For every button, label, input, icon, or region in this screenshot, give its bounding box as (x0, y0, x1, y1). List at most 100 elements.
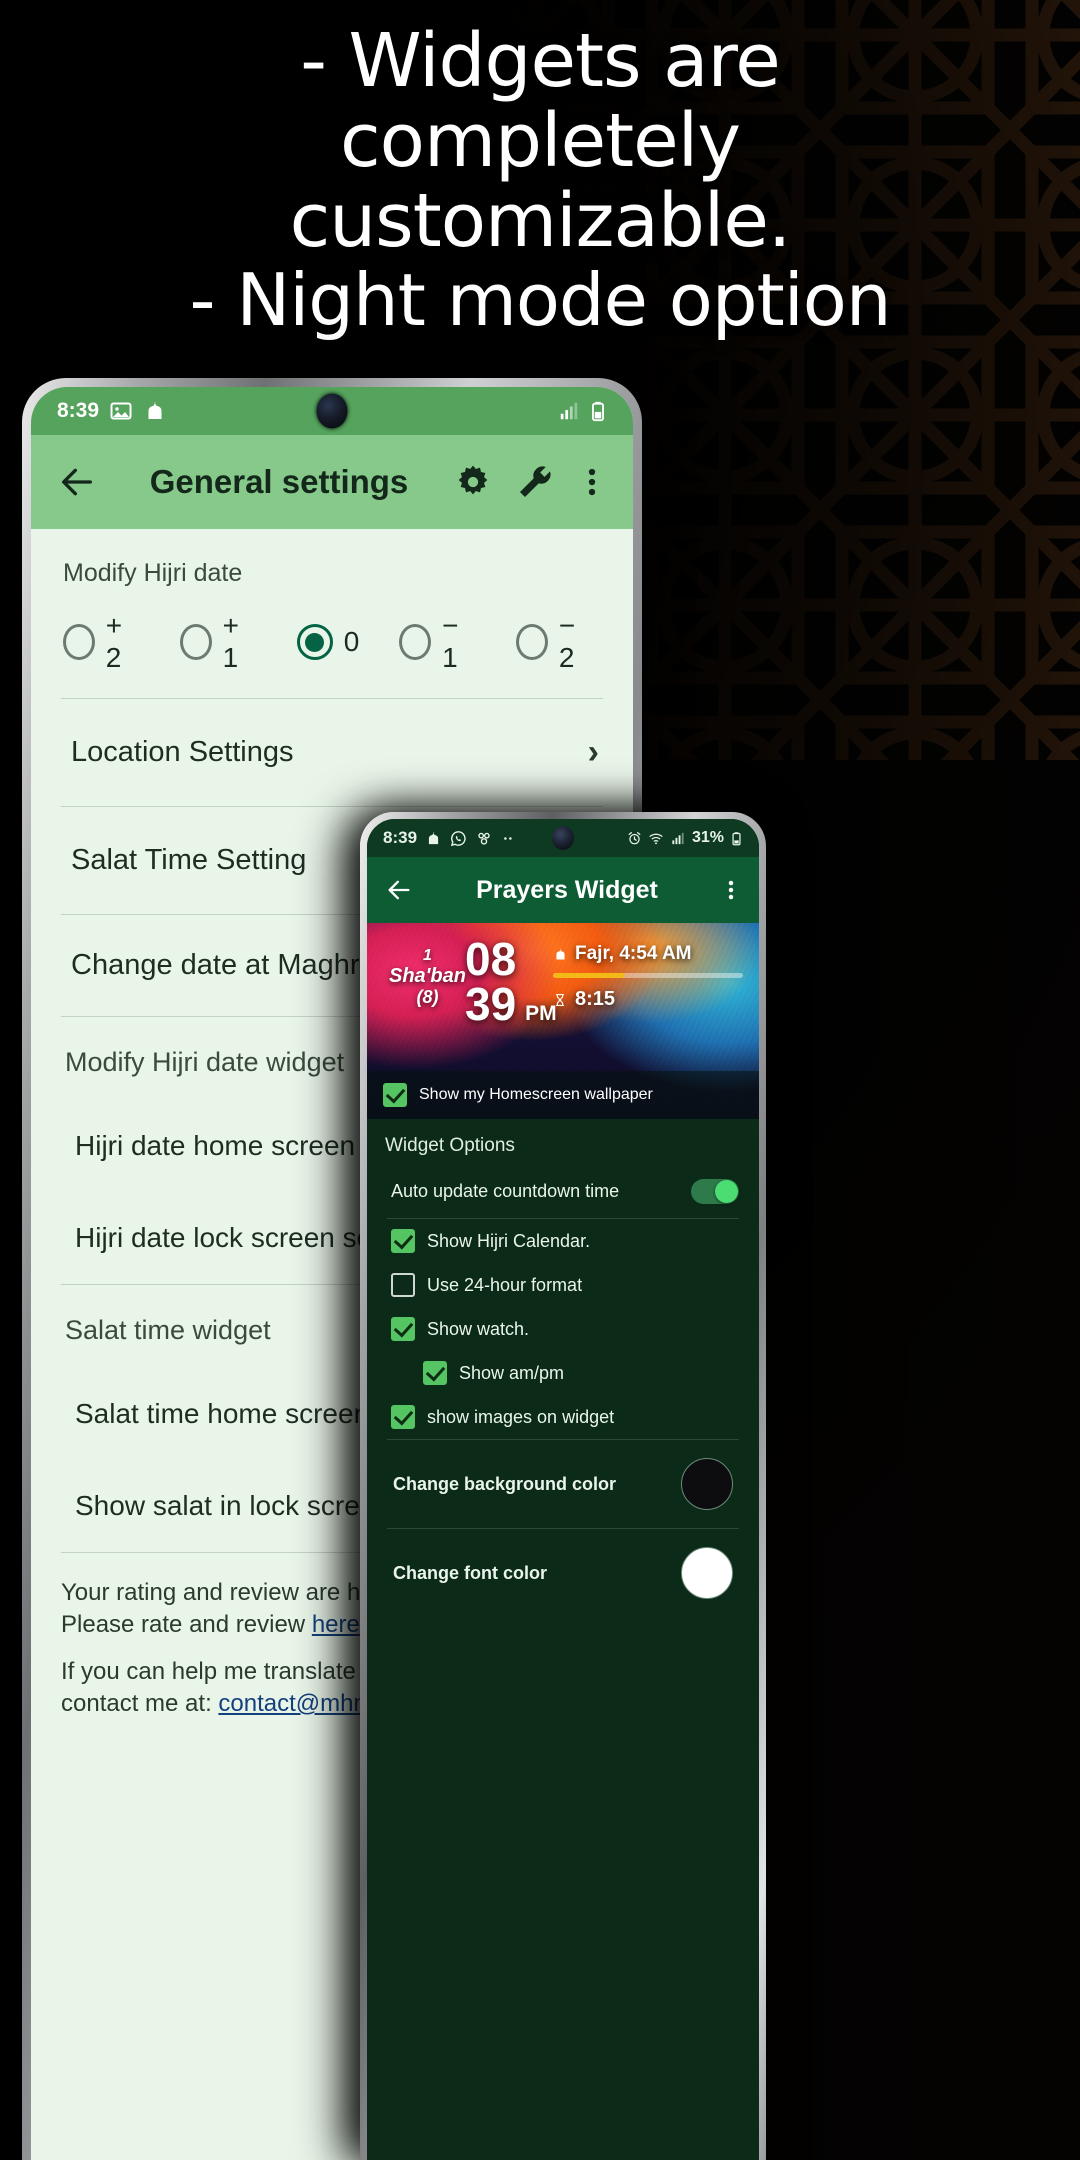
radio-label: 0 (343, 626, 360, 657)
row-label: Salat Time Setting (71, 844, 307, 876)
hijri-month-number: (8) (416, 987, 439, 1008)
row-show-am-pm[interactable]: Show am/pm (367, 1351, 759, 1395)
checkbox-show-watch[interactable] (391, 1317, 415, 1341)
whatsapp-icon (450, 830, 466, 846)
checkbox-show-images[interactable] (391, 1405, 415, 1429)
checkbox-show-wallpaper[interactable] (383, 1083, 407, 1107)
widget-options-title: Widget Options (385, 1135, 515, 1156)
phone2-status-bar: 8:39 31% (367, 819, 759, 857)
phone2-screen: 8:39 31% Prayers Widget 1 Sha'ban (8) 08… (367, 819, 759, 2160)
page-title: General settings (149, 463, 409, 500)
checkbox-label: Show my Homescreen wallpaper (419, 1085, 653, 1103)
overflow-menu-icon[interactable] (721, 876, 741, 904)
settings-row-location-settings[interactable]: Location Settings › (31, 699, 633, 806)
phone1-app-bar: General settings (31, 435, 633, 529)
checkbox-show-hijri-calendar[interactable] (391, 1229, 415, 1253)
wrench-icon[interactable] (515, 462, 555, 502)
row-show-images-on-widget[interactable]: show images on widget (367, 1395, 759, 1439)
radio-option-zero[interactable]: 0 (296, 624, 360, 660)
hijri-day: 1 (423, 947, 432, 964)
hourglass-icon (555, 993, 565, 1006)
row-use-24-hour-format[interactable]: Use 24-hour format (367, 1263, 759, 1307)
clock-minutes: 39 (465, 978, 517, 1031)
status-right-icons (558, 400, 607, 422)
footer-line-4-pre: contact me at: (61, 1690, 219, 1718)
back-arrow-icon[interactable] (57, 462, 97, 502)
hijri-section-label: Modify Hijri date (63, 559, 243, 587)
clock-hours: 08 (465, 933, 517, 985)
prayer-progress-fill (553, 973, 626, 978)
next-prayer-row: Fajr, 4:54 AM (553, 943, 743, 965)
battery-icon (732, 831, 741, 845)
widget-preview[interactable]: 1 Sha'ban (8) 08 39 PM Fajr, 4:54 AM 8:1… (367, 923, 759, 1119)
radio-option-plus2[interactable]: + 2 (63, 610, 140, 674)
radio-circle[interactable] (63, 624, 95, 660)
wifi-icon (649, 833, 663, 844)
radio-circle-selected[interactable] (296, 624, 333, 660)
radio-option-minus2[interactable]: − 2 (516, 610, 593, 674)
clock-ampm: PM (525, 1002, 557, 1026)
status-time: 8:39 (57, 399, 100, 422)
row-label: Auto update countdown time (391, 1181, 620, 1201)
radio-label: − 1 (442, 610, 459, 673)
row-label: Change background color (393, 1473, 617, 1494)
radio-label: + 2 (105, 610, 123, 673)
checkbox-use-24-hour[interactable] (391, 1273, 415, 1297)
mosque-icon (148, 402, 162, 419)
checkbox-label: show images on widget (427, 1406, 615, 1427)
radio-circle[interactable] (399, 624, 432, 660)
toggle-auto-update[interactable] (691, 1179, 739, 1204)
radio-option-minus1[interactable]: − 1 (399, 610, 476, 674)
gear-icon[interactable] (453, 462, 493, 502)
page-title: Prayers Widget (476, 875, 658, 904)
toggle-knob (715, 1180, 738, 1203)
phone2-frame: 8:39 31% Prayers Widget 1 Sha'ban (8) 08… (360, 812, 766, 2160)
status-right-icons: 31% (627, 829, 743, 847)
mosque-icon (428, 831, 439, 844)
checkbox-label: Show Hijri Calendar. (427, 1230, 591, 1251)
swatch-font-color[interactable] (681, 1547, 733, 1599)
hijri-offset-radio-group[interactable]: + 2 + 1 0 − 1 − 2 (31, 588, 633, 698)
radio-circle[interactable] (516, 624, 548, 660)
chevron-right-icon: › (587, 733, 599, 771)
show-homescreen-wallpaper-row[interactable]: Show my Homescreen wallpaper (367, 1071, 759, 1119)
rate-here-link[interactable]: here (312, 1611, 360, 1638)
more-dots-icon (504, 836, 512, 840)
mosque-icon (556, 948, 565, 959)
checkbox-label: Show am/pm (459, 1362, 565, 1383)
promo-headline: - Widgets are completely customizable. -… (0, 18, 1080, 339)
checkbox-show-am-pm[interactable] (423, 1361, 447, 1385)
headline-line-1: - Widgets are (300, 18, 781, 104)
overflow-menu-icon[interactable] (577, 462, 607, 502)
radio-option-plus1[interactable]: + 1 (179, 610, 257, 674)
battery-icon (592, 401, 604, 422)
apps-icon (478, 832, 490, 845)
row-change-font-color[interactable]: Change font color (367, 1529, 759, 1617)
signal-icon (560, 402, 578, 420)
countdown-row: 8:15 (553, 988, 743, 1011)
checkbox-label: Show watch. (427, 1318, 530, 1339)
swatch-background-color[interactable] (681, 1458, 733, 1510)
hijri-month: Sha'ban (389, 964, 466, 987)
prayer-progress-bar (553, 973, 743, 978)
row-show-hijri-calendar[interactable]: Show Hijri Calendar. (367, 1219, 759, 1263)
camera-punch-hole (552, 826, 574, 850)
phone2-app-bar: Prayers Widget (367, 857, 759, 923)
row-show-watch[interactable]: Show watch. (367, 1307, 759, 1351)
radio-label: − 2 (558, 610, 576, 673)
row-label: Change font color (393, 1562, 547, 1583)
phone2-options-list: Widget Options Auto update countdown tim… (367, 1119, 759, 1617)
phone-mockup-prayers-widget: 8:39 31% Prayers Widget 1 Sha'ban (8) 08… (360, 812, 766, 2160)
row-label: Location Settings (71, 736, 294, 768)
row-change-background-color[interactable]: Change background color (367, 1440, 759, 1528)
headline-line-3: customizable. (289, 177, 792, 264)
back-arrow-icon[interactable] (385, 876, 413, 904)
battery-percent: 31% (691, 829, 724, 846)
next-prayer-label: Fajr, 4:54 AM (575, 943, 692, 964)
row-auto-update-countdown[interactable]: Auto update countdown time (367, 1167, 759, 1218)
radio-circle[interactable] (179, 624, 212, 660)
radio-label: + 1 (222, 610, 239, 673)
status-time: 8:39 (383, 828, 418, 847)
headline-line-2: completely (340, 97, 741, 184)
phone1-status-bar: 8:39 (31, 387, 633, 435)
